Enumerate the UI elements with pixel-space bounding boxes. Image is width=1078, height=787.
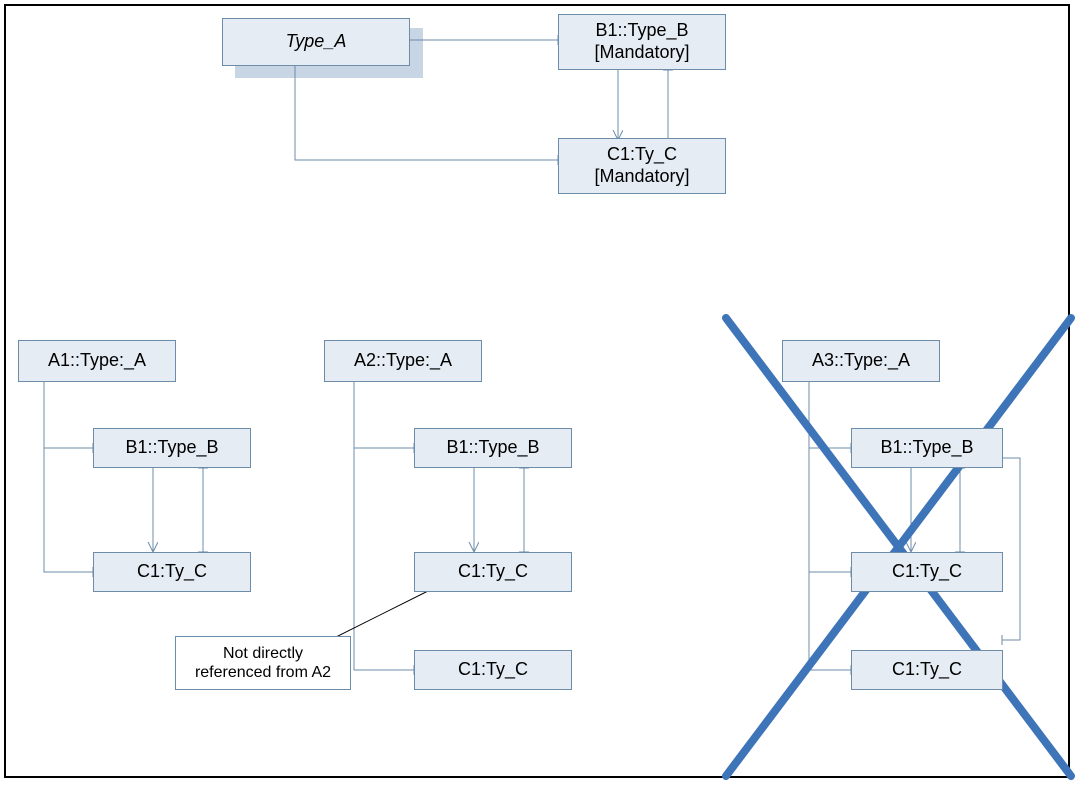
node-a3-root-label: A3::Type:_A [812,350,910,372]
node-a2-root-label: A2::Type:_A [354,350,452,372]
node-b1-top-label: B1::Type_B [Mandatory] [594,20,689,63]
node-a1-root-label: A1::Type:_A [48,350,146,372]
node-type-a: Type_A [222,18,410,66]
node-a3-c1-lower: C1:Ty_C [851,650,1003,690]
node-a3-root: A3::Type:_A [782,340,940,382]
node-a2-b1-label: B1::Type_B [446,437,539,459]
node-a2-c1-lower-label: C1:Ty_C [458,659,528,681]
node-a1-root: A1::Type:_A [18,340,176,382]
node-c1-top-label: C1:Ty_C [Mandatory] [594,144,689,187]
node-b1-top: B1::Type_B [Mandatory] [558,14,726,70]
node-a3-b1: B1::Type_B [851,428,1003,468]
note-a2-label: Not directly referenced from A2 [195,644,331,682]
node-a1-b1: B1::Type_B [93,428,251,468]
node-a3-c1-upper: C1:Ty_C [851,552,1003,592]
node-a3-b1-label: B1::Type_B [880,437,973,459]
node-a2-c1-upper-label: C1:Ty_C [458,561,528,583]
note-a2: Not directly referenced from A2 [175,636,351,690]
node-a1-c1-label: C1:Ty_C [137,561,207,583]
node-a1-b1-label: B1::Type_B [125,437,218,459]
node-a2-c1-upper: C1:Ty_C [414,552,572,592]
node-a2-root: A2::Type:_A [324,340,482,382]
node-type-a-label: Type_A [286,31,347,53]
diagram-canvas: Type_A B1::Type_B [Mandatory] C1:Ty_C [M… [0,0,1078,787]
node-a3-c1-upper-label: C1:Ty_C [892,561,962,583]
node-a2-b1: B1::Type_B [414,428,572,468]
node-a1-c1: C1:Ty_C [93,552,251,592]
node-a2-c1-lower: C1:Ty_C [414,650,572,690]
node-a3-c1-lower-label: C1:Ty_C [892,659,962,681]
node-c1-top: C1:Ty_C [Mandatory] [558,138,726,194]
